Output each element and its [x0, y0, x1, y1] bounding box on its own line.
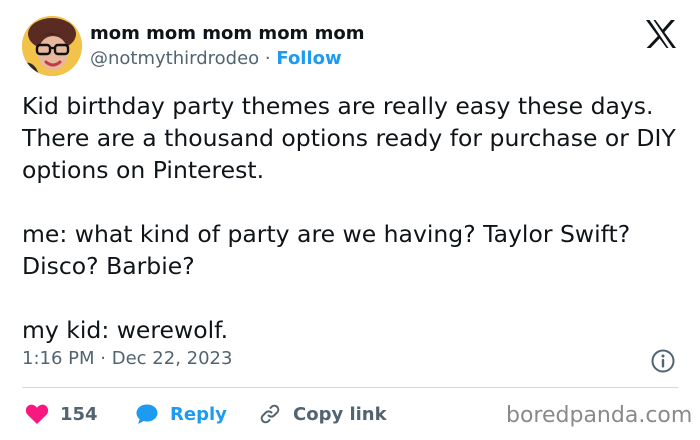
- tweet-date[interactable]: Dec 22, 2023: [112, 348, 233, 369]
- follow-button[interactable]: Follow: [276, 48, 341, 69]
- divider: [22, 387, 678, 388]
- author-handle[interactable]: @notmythirdrodeo: [90, 48, 259, 69]
- x-logo-icon[interactable]: [645, 19, 677, 49]
- info-icon[interactable]: [650, 348, 676, 374]
- link-icon: [260, 404, 280, 424]
- tweet-time[interactable]: 1:16 PM: [22, 348, 95, 369]
- copy-link-button[interactable]: Copy link: [258, 402, 387, 426]
- reply-label: Reply: [170, 403, 227, 425]
- like-count: 154: [60, 403, 98, 425]
- author-handle-row: @notmythirdrodeo · Follow: [90, 48, 342, 69]
- like-button[interactable]: 154: [25, 402, 98, 426]
- avatar[interactable]: [22, 16, 82, 76]
- heart-icon: [25, 404, 49, 424]
- handle-separator: ·: [264, 48, 271, 69]
- tweet-timestamp[interactable]: 1:16 PM · Dec 22, 2023: [22, 348, 232, 369]
- author-display-name[interactable]: mom mom mom mom mom: [90, 23, 364, 44]
- timestamp-separator: ·: [100, 348, 106, 369]
- speech-bubble-icon: [136, 404, 158, 424]
- copy-link-label: Copy link: [293, 403, 387, 425]
- reply-button[interactable]: Reply: [135, 402, 227, 426]
- tweet-text: Kid birthday party themes are really eas…: [22, 92, 676, 344]
- source-watermark: boredpanda.com: [506, 403, 693, 428]
- avatar-image: [22, 16, 82, 76]
